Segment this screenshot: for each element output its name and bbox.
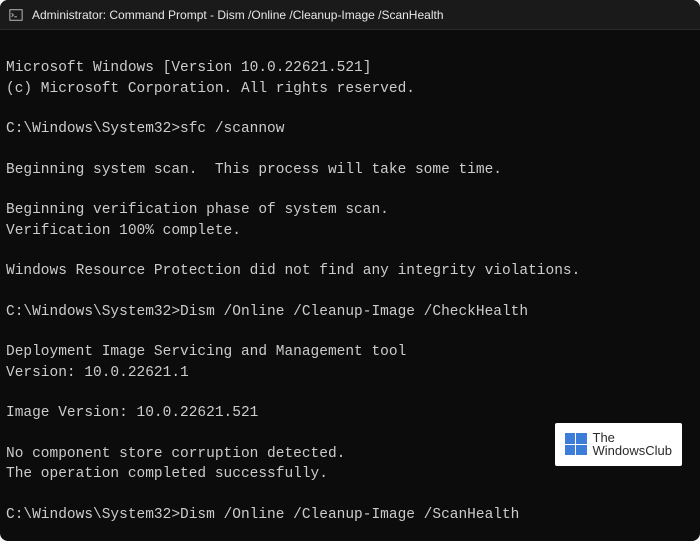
output-line (6, 485, 694, 505)
watermark-line1: The (593, 431, 672, 445)
output-line: Deployment Image Servicing and Managemen… (6, 342, 694, 362)
prompt-command: Dism /Online /Cleanup-Image /CheckHealth (180, 304, 528, 320)
output-line: Image Version: 10.0.22621.521 (6, 403, 694, 423)
output-line: Beginning verification phase of system s… (6, 200, 694, 220)
prompt-line: C:\Windows\System32>Dism /Online /Cleanu… (6, 302, 694, 322)
output-line (6, 180, 694, 200)
output-line (6, 139, 694, 159)
prompt-line: C:\Windows\System32>Dism /Online /Cleanu… (6, 505, 694, 525)
watermark-text: The WindowsClub (593, 431, 672, 458)
output-line: The operation completed successfully. (6, 464, 694, 484)
prompt-path: C:\Windows\System32> (6, 304, 180, 320)
prompt-line: C:\Windows\System32>sfc /scannow (6, 119, 694, 139)
windows-logo-icon (565, 433, 587, 455)
output-line (6, 322, 694, 342)
titlebar[interactable]: Administrator: Command Prompt - Dism /On… (0, 0, 700, 30)
output-line: Verification 100% complete. (6, 221, 694, 241)
output-line (6, 525, 694, 541)
watermark-line2: WindowsClub (593, 444, 672, 458)
output-line: Microsoft Windows [Version 10.0.22621.52… (6, 58, 694, 78)
prompt-path: C:\Windows\System32> (6, 121, 180, 137)
output-line (6, 383, 694, 403)
output-line: (c) Microsoft Corporation. All rights re… (6, 79, 694, 99)
watermark: The WindowsClub (555, 423, 682, 466)
output-line: Beginning system scan. This process will… (6, 160, 694, 180)
prompt-command: sfc /scannow (180, 121, 284, 137)
output-line (6, 99, 694, 119)
output-line: Windows Resource Protection did not find… (6, 261, 694, 281)
output-line: Version: 10.0.22621.1 (6, 363, 694, 383)
window-title: Administrator: Command Prompt - Dism /On… (32, 8, 444, 22)
prompt-command: Dism /Online /Cleanup-Image /ScanHealth (180, 507, 519, 523)
output-line (6, 282, 694, 302)
prompt-path: C:\Windows\System32> (6, 507, 180, 523)
output-line (6, 241, 694, 261)
command-prompt-icon (8, 7, 24, 23)
